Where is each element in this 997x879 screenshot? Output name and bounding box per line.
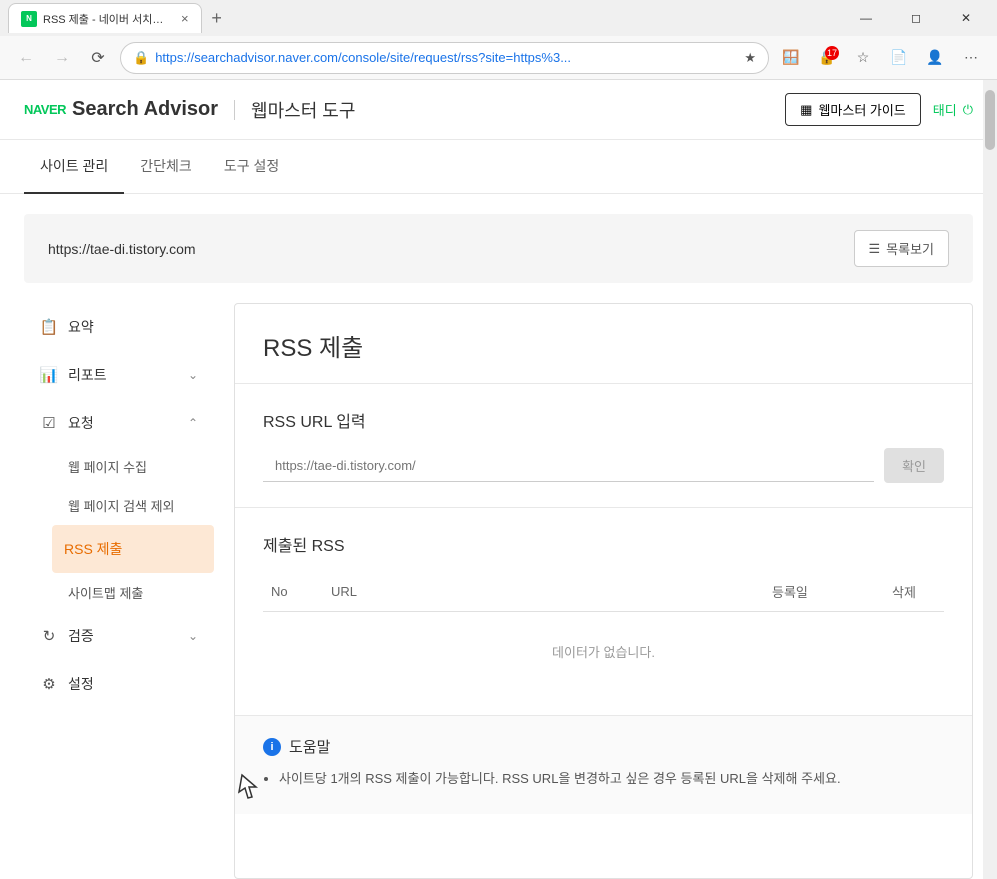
minimize-btn[interactable]: —	[843, 3, 889, 33]
sidebar-item-request[interactable]: ☑ 요청 ⌃	[24, 399, 214, 447]
content-header: RSS 제출	[235, 304, 972, 384]
sidebar-item-report[interactable]: 📊 리포트 ⌄	[24, 351, 214, 399]
tab-quick-check[interactable]: 간단체크	[124, 140, 208, 194]
content-panel: RSS 제출 RSS URL 입력 확인 제출된 RSS No URL	[234, 303, 973, 879]
star-icon[interactable]: ★	[744, 50, 756, 66]
close-btn[interactable]: ✕	[943, 3, 989, 33]
request-chevron-icon: ⌃	[188, 416, 198, 430]
list-view-btn[interactable]: ☰ 목록보기	[854, 230, 950, 267]
help-section: i 도움말 사이트당 1개의 RSS 제출이 가능합니다. RSS URL을 변…	[235, 716, 972, 814]
sidebar-label-summary: 요약	[68, 317, 94, 337]
tab-favicon: N RSS 제출 - 네이버 서치어드바이... ×	[21, 4, 189, 34]
new-tab-btn[interactable]: +	[202, 3, 232, 33]
sidebar-label-report: 리포트	[68, 365, 107, 385]
sidebar-label-request: 요청	[68, 413, 94, 433]
reader-view-btn[interactable]: 📄	[885, 44, 913, 72]
help-title: i 도움말	[263, 736, 944, 757]
user-info: 태디 ⏻	[933, 100, 973, 119]
browser-tab[interactable]: N RSS 제출 - 네이버 서치어드바이... ×	[8, 3, 202, 33]
nav-tabs: 사이트 관리 간단체크 도구 설정	[0, 140, 997, 194]
address-bar[interactable]: 🔒 ★	[120, 42, 769, 74]
col-date: 등록일	[764, 572, 884, 612]
naver-logo: NAVER	[24, 102, 66, 117]
col-url: URL	[323, 572, 764, 612]
search-advisor-title: Search Advisor	[72, 98, 218, 121]
main-content: 📋 요약 📊 리포트 ⌄ ☑ 요청 ⌃ 웹 페이지 수집 웹 페이지 검색 제외	[0, 303, 997, 879]
power-icon[interactable]: ⏻	[963, 102, 973, 118]
empty-row: 데이터가 없습니다.	[263, 612, 944, 692]
sidebar-label-verify: 검증	[68, 626, 94, 646]
tab-site-management[interactable]: 사이트 관리	[24, 140, 124, 194]
scrollbar-track[interactable]	[983, 80, 997, 879]
user-name: 태디	[933, 100, 957, 119]
verify-chevron-icon: ⌄	[188, 629, 198, 643]
col-delete: 삭제	[884, 572, 944, 612]
rss-confirm-btn[interactable]: 확인	[884, 448, 944, 483]
tab-tool-settings[interactable]: 도구 설정	[208, 140, 295, 194]
sidebar-item-settings[interactable]: ⚙ 설정	[24, 660, 214, 708]
notification-btn[interactable]: 🔒 17	[813, 44, 841, 72]
site-header: NAVER Search Advisor 웹마스터 도구 ▦ 웹마스터 가이드 …	[0, 80, 997, 140]
rss-url-section-title: RSS URL 입력	[263, 408, 944, 432]
rss-input-row: 확인	[263, 448, 944, 483]
page-wrapper: NAVER Search Advisor 웹마스터 도구 ▦ 웹마스터 가이드 …	[0, 80, 997, 879]
sidebar-sub-item-sitemap[interactable]: 사이트맵 제출	[24, 573, 214, 612]
header-right: ▦ 웹마스터 가이드 태디 ⏻	[785, 93, 973, 126]
guide-btn-label: 웹마스터 가이드	[818, 100, 905, 119]
maximize-btn[interactable]: ◻	[893, 3, 939, 33]
submitted-rss-title: 제출된 RSS	[263, 532, 944, 556]
content-title: RSS 제출	[263, 328, 944, 363]
col-no: No	[263, 572, 323, 612]
header-divider	[234, 100, 235, 120]
sidebar-sub-item-webcrawl[interactable]: 웹 페이지 수집	[24, 447, 214, 486]
account-btn[interactable]: 👤	[921, 44, 949, 72]
request-icon: ☑	[40, 414, 58, 432]
reload-btn[interactable]: ⟳	[84, 44, 112, 72]
sidebar: 📋 요약 📊 리포트 ⌄ ☑ 요청 ⌃ 웹 페이지 수집 웹 페이지 검색 제외	[24, 303, 214, 879]
webmaster-tools-title: 웹마스터 도구	[251, 97, 355, 123]
site-url-bar: https://tae-di.tistory.com ☰ 목록보기	[24, 214, 973, 283]
url-input[interactable]	[155, 50, 738, 65]
verify-icon: ↻	[40, 627, 58, 645]
sidebar-item-summary[interactable]: 📋 요약	[24, 303, 214, 351]
webmaster-guide-btn[interactable]: ▦ 웹마스터 가이드	[785, 93, 921, 126]
tab-icon-bg: N RSS 제출 - 네이버 서치어드바이... ×	[21, 4, 189, 34]
menu-btn[interactable]: ⋯	[957, 44, 985, 72]
sidebar-sub-item-rss[interactable]: RSS 제출	[52, 525, 214, 573]
tab-close-btn[interactable]: ×	[181, 11, 189, 26]
scrollbar-thumb[interactable]	[985, 90, 995, 150]
sidebar-label-settings: 설정	[68, 674, 94, 694]
help-icon: i	[263, 738, 281, 756]
rss-url-input[interactable]	[263, 450, 874, 482]
rss-url-section: RSS URL 입력 확인	[235, 384, 972, 508]
bookmark-btn[interactable]: ☆	[849, 44, 877, 72]
browser-titlebar: N RSS 제출 - 네이버 서치어드바이... × + — ◻ ✕	[0, 0, 997, 36]
back-btn[interactable]: ←	[12, 44, 40, 72]
report-chevron-icon: ⌄	[188, 368, 198, 382]
summary-icon: 📋	[40, 318, 58, 336]
sidebar-item-verify[interactable]: ↻ 검증 ⌄	[24, 612, 214, 660]
extensions-btn[interactable]: 🪟	[777, 44, 805, 72]
window-controls: — ◻ ✕	[843, 3, 989, 33]
rss-table: No URL 등록일 삭제 데이터가 없습니다.	[263, 572, 944, 691]
tab-title: RSS 제출 - 네이버 서치어드바이...	[43, 11, 173, 27]
help-text-list: 사이트당 1개의 RSS 제출이 가능합니다. RSS URL을 변경하고 싶은…	[263, 769, 944, 790]
empty-message: 데이터가 없습니다.	[552, 645, 655, 660]
forward-btn[interactable]: →	[48, 44, 76, 72]
sidebar-sub-item-webexclude[interactable]: 웹 페이지 검색 제외	[24, 486, 214, 525]
lock-icon: 🔒	[133, 50, 149, 66]
list-icon: ☰	[869, 241, 881, 257]
naver-favicon: N	[21, 11, 37, 27]
browser-controls: ← → ⟳ 🔒 ★ 🪟 🔒 17 ☆ 📄 👤 ⋯	[0, 36, 997, 80]
list-btn-label: 목록보기	[886, 239, 934, 258]
report-icon: 📊	[40, 366, 58, 384]
site-url-text: https://tae-di.tistory.com	[48, 241, 196, 257]
help-item-0: 사이트당 1개의 RSS 제출이 가능합니다. RSS URL을 변경하고 싶은…	[279, 769, 944, 790]
guide-icon: ▦	[800, 102, 812, 118]
settings-icon: ⚙	[40, 675, 58, 693]
submitted-rss-section: 제출된 RSS No URL 등록일 삭제 데이터가 없습니다.	[235, 508, 972, 716]
